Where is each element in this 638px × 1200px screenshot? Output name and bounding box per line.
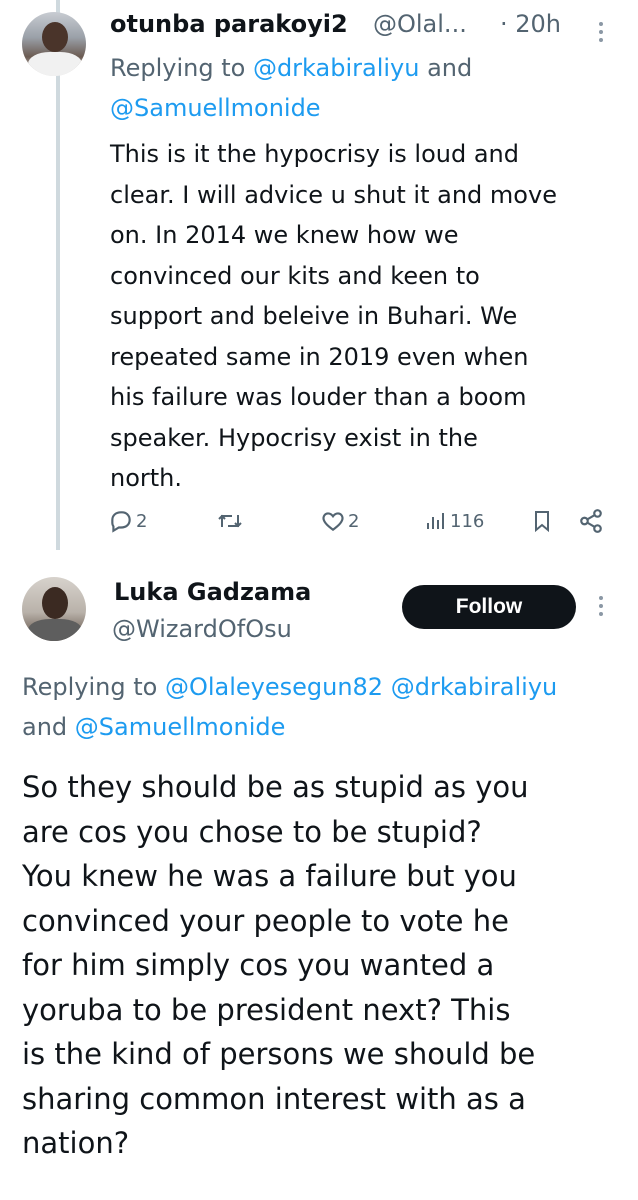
avatar-face xyxy=(42,587,68,619)
avatar-shirt xyxy=(28,619,82,641)
replying-and: and xyxy=(22,713,75,741)
tweet-text: So they should be as stupid as you are c… xyxy=(22,770,536,1160)
mention-link[interactable]: @drkabiraliyu xyxy=(391,673,558,701)
mention-link[interactable]: @Olaleyesegun82 xyxy=(165,673,383,701)
follow-button[interactable]: Follow xyxy=(402,585,576,629)
mention-link[interactable]: @Samuellmonide xyxy=(75,713,286,741)
avatar-shirt xyxy=(28,52,82,76)
views-icon xyxy=(427,513,444,529)
share-icon xyxy=(580,509,602,533)
like-icon xyxy=(322,512,344,531)
reply-icon xyxy=(111,511,131,533)
author-name[interactable]: otunba parakoyi2 xyxy=(110,10,348,38)
more-icon[interactable] xyxy=(599,596,605,620)
like-count: 2 xyxy=(348,510,360,532)
avatar-face xyxy=(42,22,68,52)
tweet-actions: 2 2 116 xyxy=(108,508,608,542)
tweet-text: This is it the hypocrisy is loud and cle… xyxy=(110,140,557,492)
more-icon[interactable] xyxy=(599,22,605,46)
author-name[interactable]: Luka Gadzama xyxy=(114,578,311,606)
mention-link[interactable]: @Samuellmonide xyxy=(110,94,321,122)
replying-to: Replying to @Olaleyesegun82 @drkabiraliy… xyxy=(22,667,632,747)
author-handle[interactable]: @WizardOfOsu xyxy=(112,615,292,643)
author-handle[interactable]: @Olal... xyxy=(373,10,467,38)
bookmark-button[interactable] xyxy=(530,508,554,534)
replying-and: and xyxy=(419,54,473,82)
reply-count: 2 xyxy=(136,510,148,532)
avatar-otunba[interactable] xyxy=(22,12,86,76)
replying-to-label: Replying to xyxy=(110,54,253,82)
replying-to: Replying to @drkabiraliyu and @Samuellmo… xyxy=(110,48,610,128)
tweet-time[interactable]: · 20h xyxy=(500,10,561,38)
avatar-luka[interactable] xyxy=(22,577,86,641)
views-count: 116 xyxy=(450,510,485,532)
reply-button[interactable]: 2 xyxy=(108,508,147,534)
retweet-button[interactable] xyxy=(216,508,246,534)
views-button[interactable]: 116 xyxy=(424,508,484,534)
mention-link[interactable]: @drkabiraliyu xyxy=(253,54,420,82)
like-button[interactable]: 2 xyxy=(320,508,359,534)
replying-to-label: Replying to xyxy=(22,673,165,701)
bookmark-icon xyxy=(535,511,549,533)
thread-line xyxy=(56,0,60,550)
retweet-icon xyxy=(218,514,242,528)
share-button[interactable] xyxy=(578,508,604,534)
